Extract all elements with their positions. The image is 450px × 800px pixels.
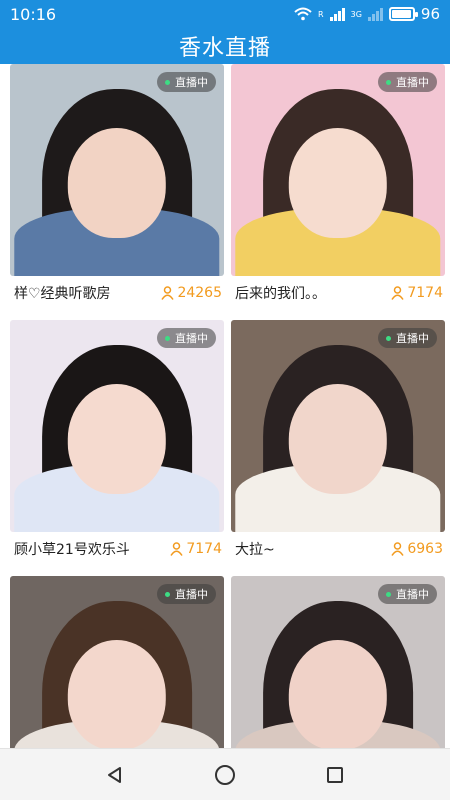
status-bar: 10:16 R 3G 96: [0, 0, 450, 28]
thumbnail-face-shape: [288, 383, 388, 494]
room-thumbnail[interactable]: 直播中: [10, 64, 224, 276]
app-header: 香水直播: [0, 28, 450, 64]
live-badge: 直播中: [157, 72, 216, 92]
room-meta: 大拉~ 6963: [231, 532, 445, 566]
user-icon: [161, 286, 175, 300]
wifi-icon: [294, 7, 312, 21]
network-type-label: 3G: [350, 9, 362, 19]
recents-button[interactable]: [315, 755, 355, 795]
room-thumbnail[interactable]: 直播中: [231, 64, 445, 276]
live-badge: 直播中: [378, 584, 437, 604]
user-icon: [391, 286, 404, 300]
live-badge-label: 直播中: [396, 588, 429, 601]
live-badge: 直播中: [157, 584, 216, 604]
live-badge-label: 直播中: [175, 332, 208, 345]
room-name: 样♡经典听歌房: [14, 286, 111, 302]
home-button[interactable]: [205, 755, 245, 795]
live-room-card[interactable]: 直播中: [10, 576, 224, 748]
viewer-count: 7174: [170, 541, 222, 557]
room-thumbnail[interactable]: 直播中: [231, 320, 445, 532]
system-nav-bar: [0, 748, 450, 800]
live-dot-icon: [386, 335, 391, 341]
home-circle-icon: [215, 764, 235, 785]
viewer-count: 6963: [391, 541, 443, 557]
thumbnail-face-shape: [67, 639, 167, 748]
room-meta: 样♡经典听歌房 24265: [10, 276, 224, 310]
live-dot-icon: [165, 591, 170, 597]
battery-icon: [388, 7, 418, 21]
live-room-card[interactable]: 直播中样♡经典听歌房 24265: [10, 64, 224, 310]
viewer-count: 7174: [391, 285, 443, 301]
thumbnail-face-shape: [288, 127, 388, 238]
live-room-card[interactable]: 直播中后来的我们。。 7174: [231, 64, 445, 310]
recents-square-icon: [327, 766, 343, 783]
viewer-count-value: 24265: [177, 285, 222, 301]
thumbnail-face-shape: [67, 383, 167, 494]
live-dot-icon: [165, 335, 170, 341]
user-icon: [391, 542, 404, 556]
viewer-count-value: 6963: [407, 541, 443, 557]
page-title: 香水直播: [178, 36, 271, 61]
signal-strength-icon: [329, 7, 345, 21]
room-name: 大拉~: [235, 542, 275, 558]
back-triangle-icon: [108, 766, 121, 783]
roaming-r-icon: R: [318, 9, 324, 19]
room-thumbnail[interactable]: 直播中: [10, 320, 224, 532]
room-meta: 后来的我们。。 7174: [231, 276, 445, 310]
viewer-count-value: 7174: [186, 541, 222, 557]
live-badge: 直播中: [157, 328, 216, 348]
room-meta: 顾小草21号欢乐斗 7174: [10, 532, 224, 566]
live-badge-label: 直播中: [175, 588, 208, 601]
viewer-count-value: 7174: [407, 285, 443, 301]
live-badge-label: 直播中: [175, 76, 208, 89]
user-icon: [170, 542, 183, 556]
status-time: 10:16: [10, 4, 57, 24]
live-room-card[interactable]: 直播中: [231, 576, 445, 748]
battery-level: 96: [420, 5, 440, 23]
thumbnail-face-shape: [288, 639, 388, 748]
room-name: 后来的我们。。: [235, 286, 326, 302]
room-thumbnail[interactable]: 直播中: [231, 576, 445, 748]
thumbnail-face-shape: [67, 127, 167, 238]
live-dot-icon: [386, 79, 391, 85]
live-dot-icon: [165, 79, 170, 85]
live-room-grid[interactable]: 直播中 样♡经典听歌房 24265 直播中 后来的我们。。 7174 直播中 顾小草21号欢乐…: [0, 64, 450, 748]
live-room-card[interactable]: 直播中大拉~ 6963: [231, 320, 445, 566]
live-badge-label: 直播中: [396, 332, 429, 345]
signal-strength-2-icon: [367, 7, 383, 21]
room-thumbnail[interactable]: 直播中: [10, 576, 224, 748]
live-badge: 直播中: [378, 328, 437, 348]
live-badge-label: 直播中: [396, 76, 429, 89]
status-icons: R 3G 96: [294, 5, 440, 23]
live-dot-icon: [386, 591, 391, 597]
viewer-count: 24265: [161, 285, 222, 301]
room-name: 顾小草21号欢乐斗: [14, 542, 130, 558]
live-room-card[interactable]: 直播中顾小草21号欢乐斗 7174: [10, 320, 224, 566]
live-badge: 直播中: [378, 72, 437, 92]
back-button[interactable]: [95, 755, 135, 795]
